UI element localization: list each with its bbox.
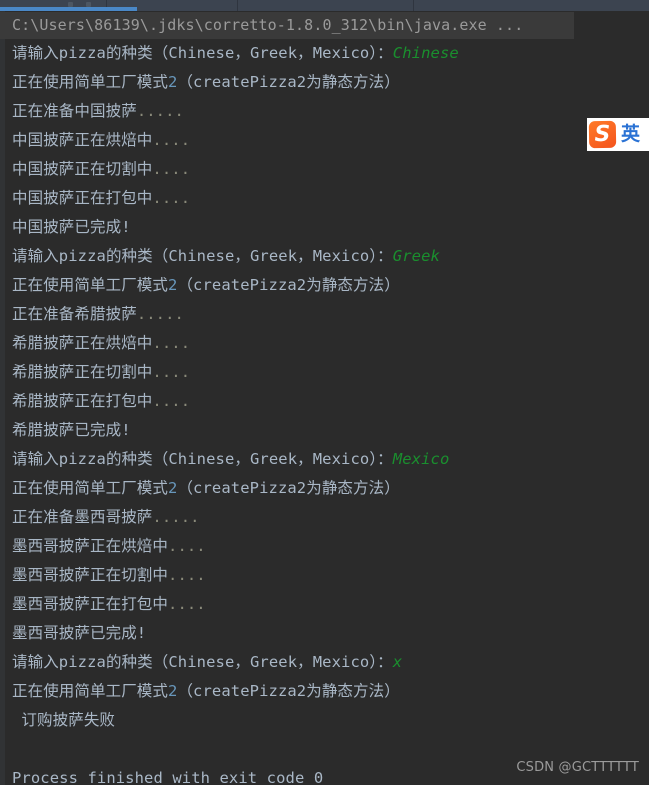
console-info-prefix: 正在使用简单工厂模式: [12, 276, 169, 294]
toolbar-group-view[interactable]: [238, 0, 413, 11]
console-step-text: 正在准备中国披萨: [12, 102, 137, 120]
console-plain-text: 希腊披萨已完成!: [12, 421, 131, 439]
console-plain-text: Process finished with exit code 0: [12, 769, 324, 785]
console-step-text: 希腊披萨正在烘焙中: [12, 334, 153, 352]
console-line: 中国披萨已完成!: [0, 213, 649, 242]
console-line: 请输入pizza的种类（Chinese，Greek，Mexico）：x: [0, 648, 649, 677]
console-prompt-text: 请输入pizza的种类（Chinese，Greek，Mexico）：: [12, 44, 393, 62]
console-line: 希腊披萨正在打包中....: [0, 387, 649, 416]
console-prompt-text: 请输入pizza的种类（Chinese，Greek，Mexico）：: [12, 450, 393, 468]
console-step-text: 中国披萨正在打包中: [12, 189, 153, 207]
console-step-text: 希腊披萨正在切割中: [12, 363, 153, 381]
console-command-line: C:\Users\86139\.jdks\corretto-1.8.0_312\…: [0, 12, 574, 39]
console-info-suffix: （createPizza2为静态方法）: [177, 73, 400, 91]
console-step-dots: ....: [152, 160, 191, 178]
console-line: 中国披萨正在打包中....: [0, 184, 649, 213]
console-step-dots: ....: [152, 131, 191, 149]
console-line: 墨西哥披萨正在切割中....: [0, 561, 649, 590]
console-user-input: x: [392, 653, 403, 671]
console-step-text: 正在准备希腊披萨: [12, 305, 137, 323]
console-step-dots: ....: [152, 363, 191, 381]
csdn-watermark: CSDN @GCTTTTTT: [516, 760, 639, 775]
console-line: 正在使用简单工厂模式2（createPizza2为静态方法）: [0, 68, 649, 97]
sogou-logo-icon: S: [588, 120, 617, 149]
console-plain-text: 墨西哥披萨已完成!: [12, 624, 147, 642]
console-step-dots: ....: [152, 189, 191, 207]
console-line: 订购披萨失败: [0, 706, 649, 735]
console-line: 希腊披萨已完成!: [0, 416, 649, 445]
console-line: 请输入pizza的种类（Chinese，Greek，Mexico）：Chines…: [0, 39, 649, 68]
console-user-input: Mexico: [392, 450, 450, 468]
console-step-dots: ....: [152, 334, 191, 352]
console-line: 希腊披萨正在烘焙中....: [0, 329, 649, 358]
console-step-text: 中国披萨正在切割中: [12, 160, 153, 178]
console-line: 中国披萨正在烘焙中....: [0, 126, 649, 155]
console-step-dots: .....: [136, 305, 184, 323]
console-line: 正在使用简单工厂模式2（createPizza2为静态方法）: [0, 271, 649, 300]
console-line: 墨西哥披萨正在打包中....: [0, 590, 649, 619]
console-line: 正在准备墨西哥披萨.....: [0, 503, 649, 532]
console-info-suffix: （createPizza2为静态方法）: [177, 479, 400, 497]
console-plain-text: 中国披萨已完成!: [12, 218, 131, 236]
console-prompt-text: 请输入pizza的种类（Chinese，Greek，Mexico）：: [12, 247, 393, 265]
ime-language-mode-label[interactable]: 英: [621, 125, 640, 144]
console-plain-text: [12, 740, 21, 758]
sogou-ime-indicator[interactable]: S 英: [587, 118, 649, 151]
console-line: 希腊披萨正在切割中....: [0, 358, 649, 387]
console-output: C:\Users\86139\.jdks\corretto-1.8.0_312\…: [0, 11, 649, 785]
console-info-suffix: （createPizza2为静态方法）: [177, 276, 400, 294]
console-step-text: 正在准备墨西哥披萨: [12, 508, 153, 526]
console-step-dots: ....: [168, 595, 206, 613]
console-prompt-text: 请输入pizza的种类（Chinese，Greek，Mexico）：: [12, 653, 393, 671]
console-line: 正在准备中国披萨.....: [0, 97, 649, 126]
console-step-dots: ....: [152, 392, 191, 410]
console-line: 请输入pizza的种类（Chinese，Greek，Mexico）：Greek: [0, 242, 649, 271]
console-step-text: 墨西哥披萨正在烘焙中: [12, 537, 169, 555]
console-step-text: 希腊披萨正在打包中: [12, 392, 153, 410]
console-step-dots: ....: [168, 566, 206, 584]
console-plain-text: 订购披萨失败: [12, 711, 116, 729]
console-line: 正在使用简单工厂模式2（createPizza2为静态方法）: [0, 677, 649, 706]
console-line: 墨西哥披萨已完成!: [0, 619, 649, 648]
console-step-text: 墨西哥披萨正在打包中: [12, 595, 169, 613]
console-line: 请输入pizza的种类（Chinese，Greek，Mexico）：Mexico: [0, 445, 649, 474]
toolbar-group-right[interactable]: [414, 0, 649, 11]
console-line: 正在准备希腊披萨.....: [0, 300, 649, 329]
console-user-input: Chinese: [392, 44, 459, 62]
console-line: 墨西哥披萨正在烘焙中....: [0, 532, 649, 561]
run-console-panel[interactable]: C:\Users\86139\.jdks\corretto-1.8.0_312\…: [0, 11, 649, 785]
console-info-prefix: 正在使用简单工厂模式: [12, 479, 169, 497]
console-info-prefix: 正在使用简单工厂模式: [12, 682, 169, 700]
console-line: 正在使用简单工厂模式2（createPizza2为静态方法）: [0, 474, 649, 503]
sogou-logo-letter: S: [594, 121, 611, 148]
console-info-prefix: 正在使用简单工厂模式: [12, 73, 169, 91]
console-user-input: Greek: [392, 247, 440, 265]
console-step-dots: ....: [168, 537, 206, 555]
console-line: 中国披萨正在切割中....: [0, 155, 649, 184]
console-step-dots: .....: [152, 508, 200, 526]
console-step-text: 中国披萨正在烘焙中: [12, 131, 153, 149]
console-info-suffix: （createPizza2为静态方法）: [177, 682, 400, 700]
console-step-text: 墨西哥披萨正在切割中: [12, 566, 169, 584]
console-step-dots: .....: [136, 102, 184, 120]
ide-toolbar[interactable]: [0, 0, 649, 11]
